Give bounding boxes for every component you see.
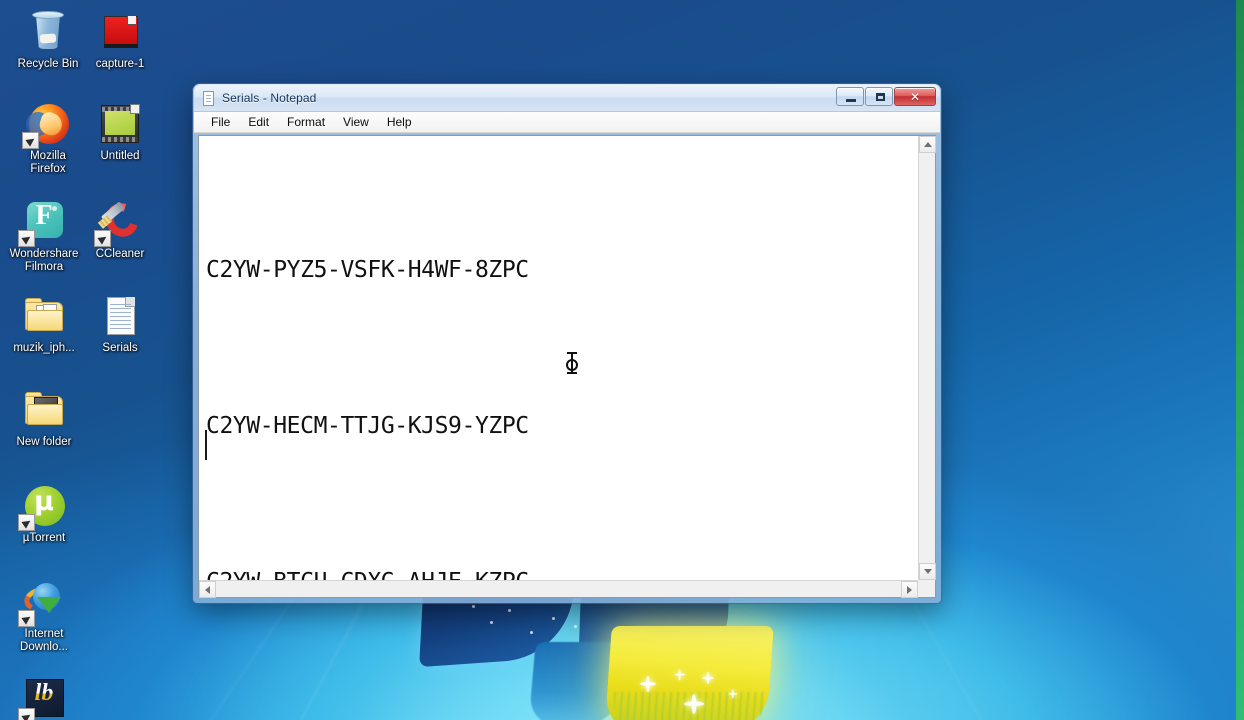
flag-grass-texture [614, 692, 766, 720]
shortcut-arrow-icon [94, 230, 111, 247]
window-title: Serials - Notepad [222, 91, 317, 105]
scroll-right-arrow[interactable] [901, 581, 918, 598]
window-controls[interactable]: ✕ [836, 87, 936, 106]
shortcut-arrow-icon [18, 708, 35, 720]
menu-bar[interactable]: File Edit Format View Help [194, 112, 940, 133]
maximize-button[interactable] [865, 87, 893, 106]
shortcut-arrow-icon [22, 132, 39, 149]
menu-view[interactable]: View [334, 114, 378, 130]
folder-icon [20, 292, 68, 340]
scrollbar-corner [918, 580, 935, 597]
close-button[interactable]: ✕ [894, 87, 936, 106]
shortcut-arrow-icon [18, 514, 35, 531]
vertical-scrollbar[interactable] [918, 136, 936, 580]
desktop-icon-label: capture-1 [95, 58, 145, 70]
desktop-icon-label: Untitled [100, 150, 140, 162]
editor-text[interactable]: C2YW-PYZ5-VSFK-H4WF-8ZPC C2YW-HECM-TTJG-… [206, 140, 918, 580]
filmora-icon: F [18, 198, 68, 247]
desktop-icon-serials[interactable]: Serials [78, 292, 162, 355]
video-file-icon [96, 100, 144, 148]
notepad-document-icon [201, 90, 216, 106]
text-file-icon [96, 292, 144, 340]
ccleaner-icon [94, 197, 145, 247]
menu-edit[interactable]: Edit [239, 114, 278, 130]
desktop-icon-label: µTorrent [22, 532, 66, 544]
desktop-icon-utorrent[interactable]: µ µTorrent [2, 482, 86, 545]
editor-shell[interactable]: C2YW-PYZ5-VSFK-H4WF-8ZPC C2YW-HECM-TTJG-… [198, 135, 936, 598]
shortcut-arrow-icon [18, 230, 35, 247]
scroll-up-arrow[interactable] [919, 136, 936, 153]
desktop-icon-capture-1[interactable]: capture-1 [78, 8, 162, 71]
stardust-particle [574, 625, 577, 628]
text-editor-area[interactable]: C2YW-PYZ5-VSFK-H4WF-8ZPC C2YW-HECM-TTJG-… [199, 136, 918, 580]
horizontal-scrollbar[interactable] [199, 580, 918, 598]
notepad-window[interactable]: Serials - Notepad ✕ File Edit Format Vie… [193, 84, 941, 603]
firefox-icon [22, 100, 72, 149]
menu-help[interactable]: Help [378, 114, 421, 130]
text-caret [205, 430, 207, 460]
stardust-particle [552, 617, 555, 620]
text-line[interactable]: C2YW-HECM-TTJG-KJS9-YZPC [206, 400, 918, 452]
desktop-icon-label: CCleaner [95, 248, 145, 260]
desktop-icon-muzik-iph[interactable]: muzik_iph... [2, 292, 86, 355]
scroll-down-arrow[interactable] [919, 563, 936, 580]
desktop-icon-ccleaner[interactable]: CCleaner [78, 197, 162, 261]
window-titlebar[interactable]: Serials - Notepad ✕ [194, 85, 940, 112]
shortcut-arrow-icon [18, 610, 35, 627]
menu-format[interactable]: Format [278, 114, 334, 130]
scroll-left-arrow[interactable] [199, 581, 216, 598]
stardust-particle [508, 609, 511, 612]
right-edge-green-strip [1236, 0, 1244, 720]
folder-icon [20, 386, 68, 434]
desktop-icon-wondershare-filmora[interactable]: F Wondershare Filmora [2, 198, 86, 274]
desktop-icon-label: Serials [102, 342, 138, 354]
text-line[interactable]: C2YW-PYZ5-VSFK-H4WF-8ZPC [206, 244, 918, 296]
hb-app-icon: lb [18, 676, 68, 720]
utorrent-icon: µ [18, 482, 68, 531]
desktop-icon-untitled[interactable]: Untitled [78, 100, 162, 163]
stardust-particle [472, 605, 475, 608]
desktop-icon-label: muzik_iph... [13, 342, 75, 354]
minimize-button[interactable] [836, 87, 864, 106]
desktop-icon-label: Wondershare Filmora [9, 248, 79, 273]
desktop-icon-hb[interactable]: lb [2, 676, 86, 720]
windows-flag-logo [412, 564, 832, 720]
menu-file[interactable]: File [202, 114, 239, 130]
image-file-icon [96, 8, 144, 56]
idm-icon [18, 578, 68, 627]
desktop-icon-new-folder[interactable]: New folder [2, 386, 86, 449]
desktop-icon-label: New folder [16, 436, 72, 448]
desktop-icon-label: Internet Downlo... [20, 628, 68, 653]
text-line[interactable]: C2YW-BTCU-CDXG-AHJE-KZPC [206, 556, 918, 580]
recycle-bin-icon [24, 8, 72, 56]
stardust-particle [530, 631, 533, 634]
desktop-icon-internet-download-manager[interactable]: Internet Downlo... [2, 578, 86, 654]
stardust-particle [490, 621, 493, 624]
